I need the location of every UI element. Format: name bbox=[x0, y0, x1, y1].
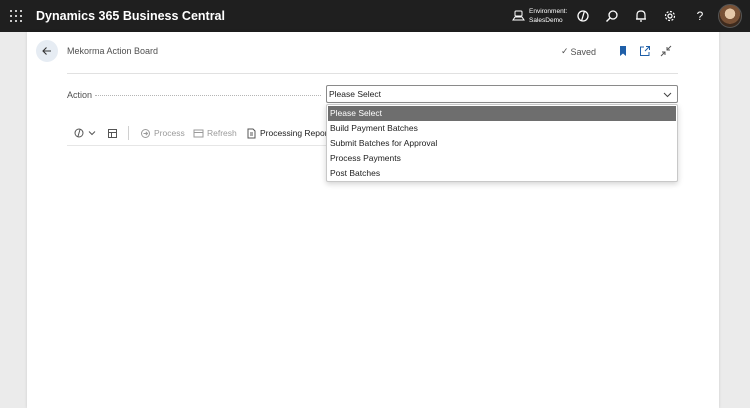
edit-list-button[interactable] bbox=[107, 124, 118, 142]
refresh-label: Refresh bbox=[207, 128, 237, 138]
processing-report-label: Processing Report bbox=[260, 128, 330, 138]
copilot-menu-button[interactable] bbox=[73, 124, 96, 142]
toolbar-separator bbox=[128, 126, 129, 140]
collapse-icon[interactable] bbox=[660, 45, 672, 57]
saved-status: ✓ Saved bbox=[561, 46, 596, 57]
process-button[interactable]: Process bbox=[140, 124, 185, 142]
gear-icon[interactable] bbox=[662, 8, 678, 24]
page-title: Mekorma Action Board bbox=[67, 46, 159, 56]
dropdown-option-please-select[interactable]: Please Select bbox=[328, 106, 676, 121]
help-icon[interactable]: ? bbox=[692, 9, 708, 25]
environment-label: Environment: bbox=[529, 8, 568, 15]
environment-value: SalesDemo bbox=[529, 17, 563, 24]
search-icon[interactable] bbox=[604, 8, 620, 24]
arrow-left-icon bbox=[42, 47, 51, 55]
refresh-icon bbox=[193, 129, 204, 137]
action-select-value: Please Select bbox=[329, 89, 381, 99]
dropdown-option-submit-batches-for-approval[interactable]: Submit Batches for Approval bbox=[328, 136, 676, 151]
action-label: Action bbox=[67, 90, 93, 100]
processing-report-button[interactable]: Processing Report bbox=[246, 124, 330, 142]
dropdown-option-build-payment-batches[interactable]: Build Payment Batches bbox=[328, 121, 676, 136]
page-card: Mekorma Action Board ✓ Saved Action Plea… bbox=[27, 32, 719, 408]
app-launcher-icon[interactable] bbox=[10, 10, 22, 22]
back-button[interactable] bbox=[36, 40, 58, 62]
report-icon bbox=[247, 128, 256, 138]
open-in-new-window-icon[interactable] bbox=[639, 45, 651, 57]
header-divider bbox=[67, 73, 678, 74]
checkmark-icon: ✓ bbox=[561, 46, 569, 56]
list-edit-icon bbox=[108, 128, 117, 138]
toolbar-divider bbox=[67, 145, 327, 146]
bookmark-icon[interactable] bbox=[617, 45, 629, 57]
avatar[interactable] bbox=[718, 4, 742, 28]
environment-icon[interactable] bbox=[512, 9, 525, 22]
action-toolbar: Process Refresh Processing Report bbox=[67, 124, 367, 142]
process-icon bbox=[141, 128, 150, 138]
bell-icon[interactable] bbox=[633, 8, 649, 24]
field-leader-dots bbox=[95, 95, 321, 96]
process-label: Process bbox=[154, 128, 185, 138]
dropdown-option-process-payments[interactable]: Process Payments bbox=[328, 151, 676, 166]
dropdown-option-post-batches[interactable]: Post Batches bbox=[328, 166, 676, 181]
chevron-down-icon bbox=[663, 92, 672, 98]
app-title[interactable]: Dynamics 365 Business Central bbox=[36, 9, 225, 23]
action-select[interactable]: Please Select bbox=[326, 85, 678, 103]
environment-info[interactable]: Environment: SalesDemo bbox=[529, 7, 567, 25]
copilot-icon bbox=[74, 128, 84, 138]
saved-label: Saved bbox=[570, 46, 597, 57]
top-navigation-bar: Dynamics 365 Business Central Environmen… bbox=[0, 0, 750, 32]
chevron-down-icon bbox=[88, 131, 96, 136]
action-dropdown-list: Please Select Build Payment Batches Subm… bbox=[326, 104, 678, 182]
refresh-button[interactable]: Refresh bbox=[193, 124, 237, 142]
copilot-icon[interactable] bbox=[575, 8, 591, 24]
